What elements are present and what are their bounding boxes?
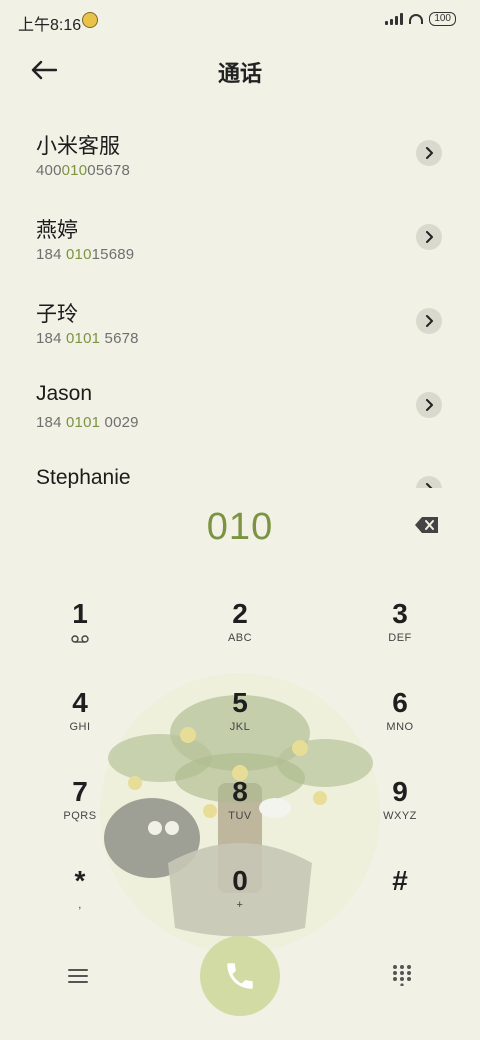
backspace-button[interactable] — [414, 515, 440, 535]
keypad-toggle-button[interactable] — [392, 964, 412, 987]
notification-emoji-icon — [82, 12, 98, 28]
contact-name: 小米客服 — [36, 135, 120, 158]
menu-button[interactable] — [66, 966, 90, 986]
dialed-number: 010 — [206, 506, 274, 548]
contact-name: 燕婷 — [36, 219, 78, 242]
key-star[interactable]: * , — [20, 865, 140, 945]
key-6[interactable]: 6 MNO — [340, 687, 460, 767]
wifi-icon — [409, 14, 424, 24]
phone-icon — [227, 963, 253, 989]
contact-row[interactable]: 子玲 184 0101 5678 — [0, 280, 480, 364]
call-button[interactable] — [200, 936, 280, 1016]
contact-row[interactable]: 燕婷 184 01015689 — [0, 196, 480, 280]
menu-icon — [68, 969, 88, 983]
contact-name: 子玲 — [36, 303, 78, 326]
contact-number: 40001005678 — [36, 162, 130, 179]
status-time: 上午8:16 — [18, 17, 82, 34]
voicemail-icon — [71, 635, 89, 643]
contact-name: Stephanie — [36, 466, 131, 488]
contact-number: 184 01015689 — [36, 246, 135, 263]
contact-row[interactable]: 小米客服 40001005678 — [0, 112, 480, 196]
status-bar: 上午8:16 100 — [0, 0, 480, 42]
dialer-panel: 010 1 2 ABC 3 DEF 4 GHI 5 JKL 6 MNO 7 PQ… — [0, 488, 480, 1040]
key-9[interactable]: 9 WXYZ — [340, 776, 460, 856]
contact-detail-button[interactable] — [416, 224, 442, 250]
key-0[interactable]: 0 + — [180, 865, 300, 945]
contact-row[interactable]: Jason 184 0101 0029 — [0, 364, 480, 448]
header: 通话 — [0, 42, 480, 98]
dialpad-icon — [393, 965, 411, 987]
key-4[interactable]: 4 GHI — [20, 687, 140, 767]
contact-detail-button[interactable] — [416, 392, 442, 418]
signal-icon — [385, 13, 404, 25]
key-hash[interactable]: # — [340, 865, 460, 945]
contact-number: 184 0101 5678 — [36, 330, 139, 347]
key-5[interactable]: 5 JKL — [180, 687, 300, 767]
key-2[interactable]: 2 ABC — [180, 598, 300, 678]
backspace-icon — [415, 517, 438, 533]
contact-detail-button[interactable] — [416, 308, 442, 334]
contact-name: Jason — [36, 382, 93, 405]
battery-indicator: 100 — [429, 12, 456, 26]
chevron-right-icon — [426, 399, 433, 411]
contact-detail-button[interactable] — [416, 476, 442, 488]
page-title: 通话 — [217, 61, 262, 86]
chevron-right-icon — [426, 147, 433, 159]
status-icons: 100 — [385, 12, 456, 26]
key-8[interactable]: 8 TUV — [180, 776, 300, 856]
key-3[interactable]: 3 DEF — [340, 598, 460, 678]
key-1[interactable]: 1 — [20, 598, 140, 678]
contact-list: 小米客服 40001005678 燕婷 184 01015689 子玲 184 … — [0, 112, 480, 488]
chevron-right-icon — [426, 315, 433, 327]
contact-detail-button[interactable] — [416, 140, 442, 166]
contact-number: 184 0101 0029 — [36, 414, 139, 431]
contact-row[interactable]: Stephanie — [0, 448, 480, 488]
chevron-right-icon — [426, 231, 433, 243]
key-7[interactable]: 7 PQRS — [20, 776, 140, 856]
